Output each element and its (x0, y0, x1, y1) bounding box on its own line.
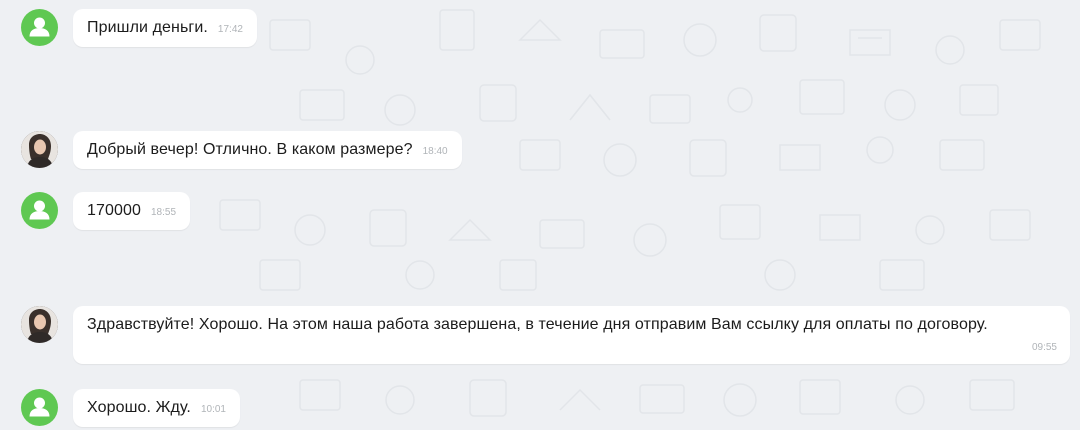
message-time: 09:55 (1031, 342, 1057, 353)
agent-avatar[interactable] (21, 306, 58, 343)
message-text: Хорошо. Жду. (87, 399, 191, 416)
chat-message-list: Пришли деньги. 17:42 Добрый вечер! Отличн… (0, 0, 1080, 430)
message-bubble: Здравствуйте! Хорошо. На этом наша работ… (73, 306, 1070, 364)
agent-photo (21, 306, 58, 343)
user-avatar[interactable] (21, 389, 58, 426)
message-bubble: Пришли деньги. 17:42 (73, 9, 257, 47)
message-time: 18:40 (422, 146, 448, 157)
message-time: 10:01 (200, 404, 226, 415)
message-bubble: 170000 18:55 (73, 192, 191, 230)
person-icon (29, 397, 50, 417)
person-icon (29, 17, 50, 37)
message-text: 170000 (87, 202, 141, 219)
agent-avatar[interactable] (21, 131, 58, 168)
message-text: Добрый вечер! Отлично. В каком размере? (87, 141, 413, 158)
agent-photo (21, 131, 58, 168)
message-text: Пришли деньги. (87, 19, 208, 36)
message-time: 18:55 (151, 207, 177, 218)
person-icon (29, 200, 50, 220)
message-bubble: Хорошо. Жду. 10:01 (73, 389, 240, 427)
message-text: Здравствуйте! Хорошо. На этом наша работ… (87, 316, 988, 333)
message-time: 17:42 (217, 24, 243, 35)
user-avatar[interactable] (21, 9, 58, 46)
message-bubble: Добрый вечер! Отлично. В каком размере? 1… (73, 131, 462, 169)
user-avatar[interactable] (21, 192, 58, 229)
